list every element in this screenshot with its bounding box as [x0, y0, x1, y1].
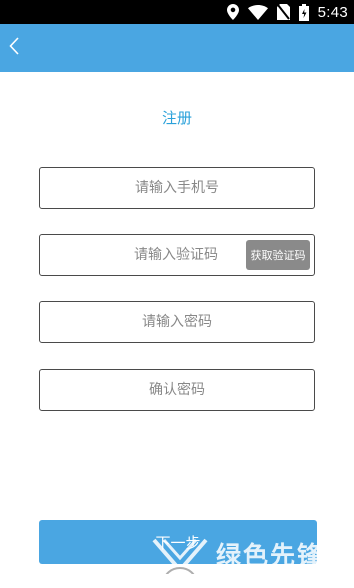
wifi-icon [247, 4, 268, 20]
status-bar: 5:43 [0, 0, 354, 24]
confirm-password-field [39, 369, 315, 411]
page-title: 注册 [161, 109, 192, 127]
clock: 5:43 [317, 3, 348, 21]
get-code-button[interactable]: 获取验证码 [246, 240, 310, 270]
no-sim-icon [276, 4, 290, 20]
phone-input[interactable] [40, 168, 314, 208]
verification-code-input[interactable] [40, 235, 246, 275]
chevron-left-icon [9, 37, 19, 59]
app-bar [0, 24, 354, 72]
password-field [39, 301, 315, 343]
verification-code-field: 获取验证码 [39, 234, 315, 276]
confirm-password-input[interactable] [40, 370, 314, 410]
phone-field [39, 167, 315, 209]
location-icon [226, 4, 239, 20]
back-button[interactable] [2, 32, 26, 64]
password-input[interactable] [40, 302, 314, 342]
battery-icon [298, 3, 309, 21]
next-button[interactable]: 下一步 [39, 520, 317, 564]
